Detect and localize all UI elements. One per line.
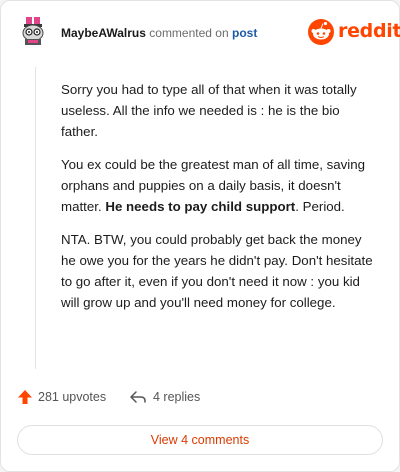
comment-card: MaybeAWalrus commented on post reddit So…: [0, 0, 400, 472]
comment-paragraph-2: You ex could be the greatest man of all …: [61, 154, 379, 217]
comment-body: Sorry you had to type all of that when i…: [61, 79, 379, 325]
comment-paragraph-1: Sorry you had to type all of that when i…: [61, 82, 357, 139]
reddit-logo[interactable]: reddit: [308, 19, 400, 45]
reddit-wordmark: reddit: [338, 20, 400, 42]
reddit-snoo-icon: [308, 19, 334, 45]
upvote-button[interactable]: 281 upvotes: [17, 389, 106, 405]
replies-count: 4 replies: [153, 390, 201, 404]
upvote-count: 281 upvotes: [38, 390, 107, 404]
comment-p2-end: . Period.: [295, 199, 345, 214]
commented-on-text: commented on: [149, 26, 229, 40]
thread-line[interactable]: [35, 67, 36, 369]
comment-paragraph-3: NTA. BTW, you could probably get back th…: [61, 232, 373, 310]
upvote-arrow-icon: [18, 390, 32, 404]
comment-header: MaybeAWalrus commented on post reddit: [17, 13, 400, 53]
post-link[interactable]: post: [232, 26, 257, 40]
replies-button[interactable]: 4 replies: [129, 389, 200, 405]
reply-arrow-icon: [130, 391, 146, 403]
username-link[interactable]: MaybeAWalrus: [61, 26, 146, 40]
comment-meta: MaybeAWalrus commented on post: [61, 26, 257, 40]
snoo-avatar[interactable]: [17, 15, 49, 47]
comment-actions: 281 upvotes 4 replies: [17, 389, 377, 409]
view-comments-button[interactable]: View 4 comments: [17, 425, 383, 455]
comment-p2-bold: He needs to pay child support: [105, 199, 296, 214]
